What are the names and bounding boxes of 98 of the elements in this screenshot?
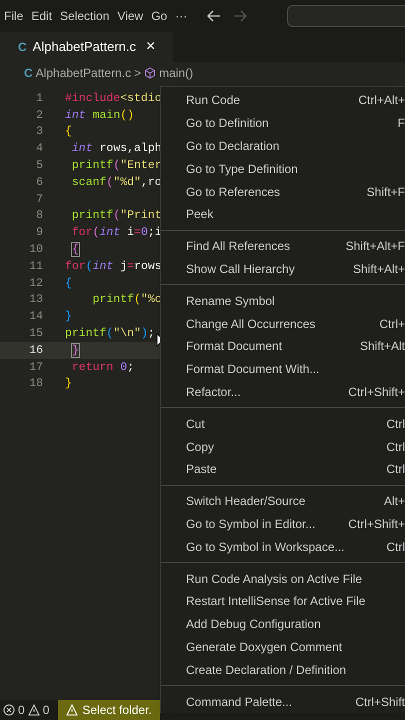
menu-item[interactable]: Find All References Shift+Alt+F — [161, 234, 405, 258]
code-line: { — [71, 242, 79, 258]
code-line: printf("Print — [70, 208, 162, 224]
line-number: 8 — [35, 208, 43, 224]
code-line: } — [65, 309, 72, 326]
menu-item[interactable]: Selection — [56, 7, 114, 25]
menu-item[interactable]: Paste Ctrl — [161, 458, 405, 481]
line-number: 6 — [35, 174, 43, 191]
menu-item[interactable]: Restart IntelliSense for Active File — [161, 590, 405, 613]
line-number: 10 — [28, 242, 43, 258]
shortcut-text: Shift+Alt — [360, 338, 405, 356]
menu-item[interactable]: Go — [147, 7, 172, 25]
code-line: int rows,alph — [70, 141, 162, 158]
code-line: { — [65, 276, 72, 292]
tab-title: AlphabetPattern.c — [32, 38, 136, 56]
menu-item[interactable]: View — [113, 7, 148, 25]
back-arrow-icon[interactable] — [207, 10, 222, 22]
warning-icon — [28, 704, 40, 716]
line-number: 5 — [35, 158, 43, 174]
line-number: 2 — [35, 108, 43, 124]
code-line: #include<stdio — [65, 90, 162, 107]
menu-item[interactable]: File — [0, 7, 28, 25]
code-line: printf("%c — [92, 292, 162, 308]
shortcut-text: Ctrl+ — [379, 316, 405, 333]
code-line: return 0; — [70, 360, 134, 376]
code-line: int main() — [65, 108, 134, 124]
cube-icon — [144, 67, 156, 79]
line-number: 16 — [28, 342, 43, 359]
shortcut-text: Ctrl+Shift+ — [348, 384, 405, 401]
line-number: 13 — [28, 292, 43, 308]
shortcut-text: Ctrl — [386, 538, 405, 556]
line-number: 1 — [35, 90, 43, 107]
menu-item[interactable]: Run Code Analysis on Active File — [161, 567, 405, 590]
breadcrumb-separator: > — [134, 65, 142, 82]
line-number: 12 — [28, 276, 43, 292]
code-line: { — [65, 124, 72, 140]
menu-item[interactable]: Go to Definition F — [161, 112, 405, 135]
menu-item[interactable]: Switch Header/Source Alt+ — [161, 490, 405, 513]
menu-item[interactable]: Format Document Shift+Alt — [161, 334, 405, 358]
shortcut-text: Shift+Alt+ — [352, 260, 405, 278]
line-number: 17 — [28, 360, 43, 376]
line-number: 14 — [28, 309, 43, 326]
code-line: printf("\n"); — [65, 326, 155, 342]
code-line: } — [71, 342, 79, 359]
menu-item[interactable]: Cut Ctrl — [161, 412, 405, 436]
line-number: 11 — [28, 258, 43, 275]
shortcut-text: Ctrl+Shift+ — [348, 516, 405, 533]
c-file-icon: C — [18, 38, 27, 56]
menu-item[interactable]: Format Document With... — [161, 358, 405, 381]
warning-icon — [66, 704, 78, 716]
shortcut-text: Ctrl — [386, 438, 405, 456]
shortcut-text: Ctrl+Shift — [355, 694, 405, 711]
select-folder-button[interactable]: Select folder. — [58, 700, 160, 720]
menu-item[interactable]: Run Code Ctrl+Alt+ — [161, 89, 405, 112]
menu-item[interactable]: Show Call Hierarchy Shift+Alt+ — [161, 258, 405, 280]
menu-item[interactable]: Go to References Shift+F — [161, 180, 405, 203]
line-number: 15 — [28, 326, 43, 342]
menu-item[interactable]: Generate Doxygen Comment — [161, 636, 405, 658]
warning-count: 0 — [42, 702, 50, 719]
code-line: for(int j=rows — [65, 258, 162, 275]
problems-indicator[interactable]: 0 0 — [0, 700, 52, 720]
error-count: 0 — [18, 702, 25, 719]
menu-item[interactable]: Go to Type Definition — [161, 157, 405, 180]
menu-item[interactable]: Change All Occurrences Ctrl+ — [161, 312, 405, 335]
menu-item[interactable]: Go to Declaration — [161, 134, 405, 158]
line-number: 9 — [35, 225, 43, 242]
error-icon — [3, 704, 15, 716]
menu-item[interactable]: Copy Ctrl — [161, 435, 405, 458]
menu-item[interactable]: Refactor... Ctrl+Shift+ — [161, 380, 405, 404]
menu-item[interactable]: Command Palette... Ctrl+Shift — [161, 690, 405, 713]
c-file-icon: C — [24, 64, 33, 82]
shortcut-text: Alt+ — [384, 493, 405, 510]
shortcut-text: Ctrl — [386, 461, 405, 478]
menu-item[interactable]: Create Declaration / Definition — [161, 658, 405, 682]
code-line: } — [65, 376, 72, 392]
menu-item[interactable]: Go to Symbol in Workspace... Ctrl — [161, 535, 405, 558]
breadcrumb-item[interactable]: AlphabetPattern.c — [36, 64, 132, 82]
shortcut-text: Ctrl — [386, 416, 405, 433]
menu-item[interactable]: Go to Symbol in Editor... Ctrl+Shift+ — [161, 512, 405, 536]
line-number: 3 — [35, 124, 43, 140]
breadcrumb-item[interactable]: main() — [159, 64, 194, 82]
menu-item[interactable]: Peek — [161, 202, 405, 226]
code-line: for(int i=0;i — [70, 225, 162, 242]
line-number: 18 — [28, 376, 43, 392]
shortcut-text: Ctrl+Alt+ — [358, 92, 405, 110]
menu-item[interactable]: Edit — [27, 7, 56, 25]
search-field[interactable] — [287, 5, 405, 27]
line-number: 4 — [35, 141, 43, 158]
editor-tab[interactable]: C AlphabetPattern.c × — [0, 32, 174, 62]
shortcut-text: Shift+Alt+F — [346, 238, 405, 256]
line-number: 7 — [35, 192, 43, 208]
shortcut-text: F — [398, 115, 405, 132]
menu-item[interactable]: ··· — [171, 7, 192, 25]
code-line: printf("Enter — [70, 158, 162, 174]
menu-item[interactable]: Rename Symbol — [161, 289, 405, 312]
close-icon[interactable]: × — [146, 35, 156, 59]
shortcut-text: Shift+F — [366, 184, 405, 201]
menu-item[interactable]: Add Debug Configuration — [161, 612, 405, 636]
